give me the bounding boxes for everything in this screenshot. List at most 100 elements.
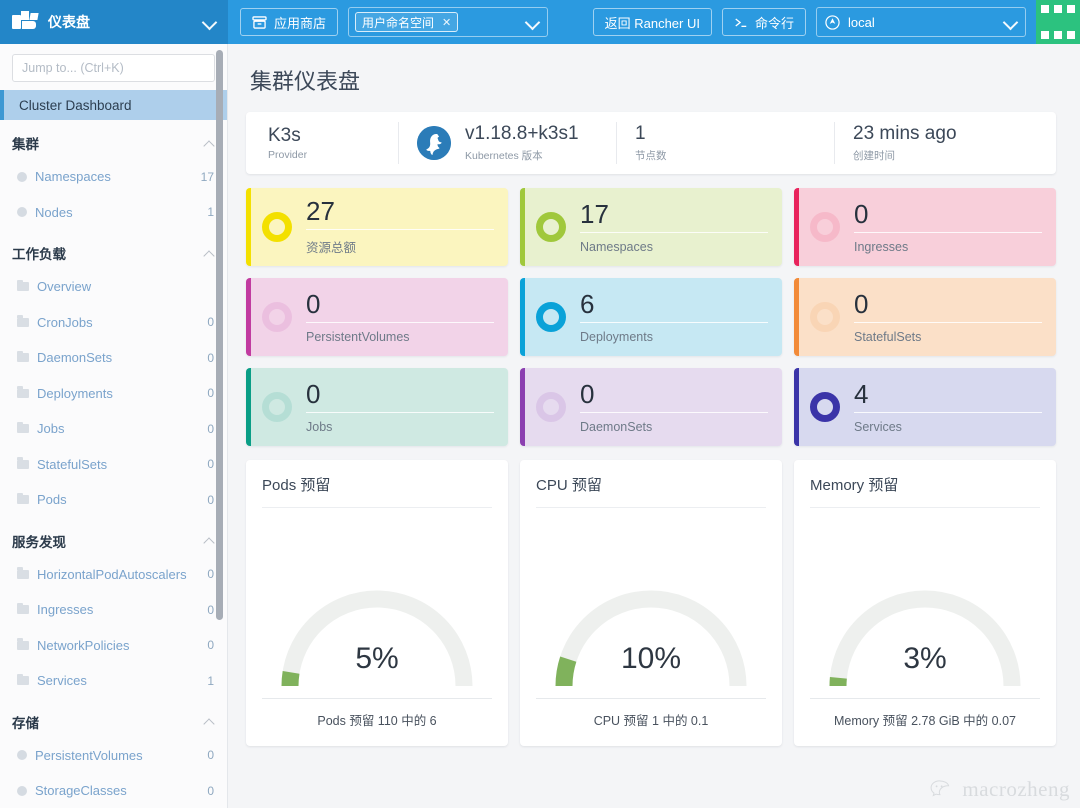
top-bar-right: 返回 Rancher UI 命令行 local <box>587 0 1080 44</box>
card-count: 4 <box>854 378 869 409</box>
resource-count-card[interactable]: 0 DaemonSets <box>520 368 782 446</box>
apps-store-label: 应用商店 <box>274 15 327 31</box>
sidebar-item-horizontalpodautoscalers[interactable]: HorizontalPodAutoscalers 0 <box>0 557 227 593</box>
sidebar: Cluster Dashboard 集群 Namespaces 17 Nodes… <box>0 44 228 808</box>
sidebar-item-label: HorizontalPodAutoscalers <box>37 566 187 582</box>
card-body: 0 PersistentVolumes <box>304 291 494 344</box>
shell-label: 命令行 <box>754 15 794 31</box>
resource-count-card[interactable]: 27 资源总额 <box>246 188 508 266</box>
search-input[interactable] <box>12 54 215 82</box>
chevron-up-icon[interactable] <box>205 139 214 148</box>
folder-icon <box>17 386 29 398</box>
sidebar-item-networkpolicies[interactable]: NetworkPolicies 0 <box>0 628 227 664</box>
resource-count-card[interactable]: 0 Ingresses <box>794 188 1056 266</box>
folder-icon <box>17 673 29 686</box>
sidebar-group-storage[interactable]: 存储 <box>0 706 227 738</box>
sidebar-item-count: 1 <box>207 205 214 220</box>
gauge-percent-value: 5% <box>355 642 399 675</box>
namespace-select[interactable]: 用户命名空间 ✕ <box>348 7 549 37</box>
card-label: StatefulSets <box>854 329 922 344</box>
sidebar-item-count: 0 <box>207 315 214 330</box>
sidebar-item-cronjobs[interactable]: CronJobs 0 <box>0 305 227 341</box>
back-to-rancher-ui-button[interactable]: 返回 Rancher UI <box>592 8 712 36</box>
sidebar-item-label: Jobs <box>37 421 65 437</box>
brand-dashboard-button[interactable]: 仪表盘 <box>0 0 228 44</box>
rancher-logo-icon <box>12 11 39 33</box>
gauge-title: Pods 预留 <box>262 477 331 494</box>
folder-icon <box>17 602 29 615</box>
sidebar-item-deployments[interactable]: Deployments 0 <box>0 376 227 412</box>
card-accent-bar <box>794 278 799 356</box>
card-label: Jobs <box>306 419 333 434</box>
sidebar-item-count: 17 <box>200 169 214 184</box>
namespace-chip[interactable]: 用户命名空间 ✕ <box>355 12 459 32</box>
shell-button[interactable]: 命令行 <box>721 8 806 36</box>
sidebar-group-workloads[interactable]: 工作负载 <box>0 237 227 269</box>
chevron-down-icon[interactable] <box>526 16 539 29</box>
ring-icon <box>262 392 292 422</box>
gauge-plot: 10% <box>536 508 766 698</box>
resource-count-card[interactable]: 4 Services <box>794 368 1056 446</box>
reservation-gauge-card: Pods 预留 5% Pods 预留 110 中的 6 <box>246 460 508 746</box>
sidebar-item-overview[interactable]: Overview <box>0 269 227 305</box>
card-body: 0 StatefulSets <box>852 291 1042 344</box>
sidebar-group-cluster[interactable]: 集群 <box>0 127 227 159</box>
ring-icon <box>810 302 840 332</box>
folder-icon <box>17 567 29 579</box>
resource-count-card[interactable]: 0 StatefulSets <box>794 278 1056 356</box>
sidebar-item-namespaces[interactable]: Namespaces 17 <box>0 159 227 195</box>
resource-count-card[interactable]: 0 PersistentVolumes <box>246 278 508 356</box>
resource-count-card[interactable]: 6 Deployments <box>520 278 782 356</box>
sidebar-item-daemonsets[interactable]: DaemonSets 0 <box>0 340 227 376</box>
card-count: 0 <box>306 288 321 319</box>
sidebar-item-pods[interactable]: Pods 0 <box>0 482 227 518</box>
gauge-arc <box>829 590 1021 687</box>
sidebar-active-label: Cluster Dashboard <box>19 97 132 113</box>
folder-icon <box>17 279 29 292</box>
provider-label: Provider <box>268 149 308 162</box>
chevron-up-icon[interactable] <box>205 249 214 258</box>
sidebar-item-jobs[interactable]: Jobs 0 <box>0 411 227 447</box>
chevron-up-icon[interactable] <box>205 536 214 545</box>
sidebar-scrollbar[interactable] <box>216 46 225 806</box>
resource-count-card[interactable]: 0 Jobs <box>246 368 508 446</box>
rancher-grid-logo-icon[interactable] <box>1036 0 1080 44</box>
sidebar-item-count: 0 <box>207 386 214 401</box>
sidebar-item-services[interactable]: Services 1 <box>0 663 227 699</box>
sidebar-item-statefulsets[interactable]: StatefulSets 0 <box>0 447 227 483</box>
ring-icon <box>536 212 566 242</box>
sidebar-group-label: 工作负载 <box>12 247 66 262</box>
sidebar-item-label: Deployments <box>37 385 113 401</box>
sidebar-group-service-discovery[interactable]: 服务发现 <box>0 525 227 557</box>
sidebar-item-nodes[interactable]: Nodes 1 <box>0 195 227 231</box>
resource-count-grid: 27 资源总额 17 Namespaces 0 Ingresses 0 PersistentV… <box>246 188 1056 446</box>
card-accent-bar <box>794 368 799 446</box>
sidebar-item-cluster-dashboard[interactable]: Cluster Dashboard <box>0 90 227 120</box>
sidebar-scrollbar-thumb[interactable] <box>216 50 223 620</box>
sidebar-item-persistentvolumes[interactable]: PersistentVolumes 0 <box>0 738 227 774</box>
sidebar-item-storageclasses[interactable]: StorageClasses 0 <box>0 773 227 808</box>
chevron-up-icon[interactable] <box>205 717 214 726</box>
resource-count-card[interactable]: 17 Namespaces <box>520 188 782 266</box>
card-accent-bar <box>246 278 251 356</box>
chevron-down-icon[interactable] <box>203 16 216 29</box>
sidebar-item-count: 0 <box>207 492 214 507</box>
sidebar-item-label: Overview <box>37 279 92 295</box>
sidebar-item-ingresses[interactable]: Ingresses 0 <box>0 592 227 628</box>
reservation-gauge-card: CPU 预留 10% CPU 预留 1 中的 0.1 <box>520 460 782 746</box>
card-body: 4 Services <box>852 381 1042 434</box>
node-count-label: 节点数 <box>635 149 667 162</box>
close-icon[interactable]: ✕ <box>442 16 451 29</box>
card-count: 0 <box>580 378 595 409</box>
brand-label: 仪表盘 <box>48 14 90 30</box>
chevron-down-icon[interactable] <box>1004 16 1017 29</box>
created-value: 23 mins ago <box>853 123 957 145</box>
gauge-footer-text: Memory 预留 2.78 GiB 中的 0.07 <box>833 714 1016 728</box>
card-label: Services <box>854 419 902 434</box>
sidebar-item-label: DaemonSets <box>37 350 113 366</box>
gauge-footer-text: Pods 预留 110 中的 6 <box>317 714 437 728</box>
cluster-select[interactable]: local <box>816 7 1026 37</box>
top-bar: 仪表盘 应用商店 用户命名空间 ✕ 返回 Rancher UI 命令行 loca… <box>0 0 1080 44</box>
card-label: PersistentVolumes <box>306 329 410 344</box>
apps-store-button[interactable]: 应用商店 <box>240 8 339 36</box>
